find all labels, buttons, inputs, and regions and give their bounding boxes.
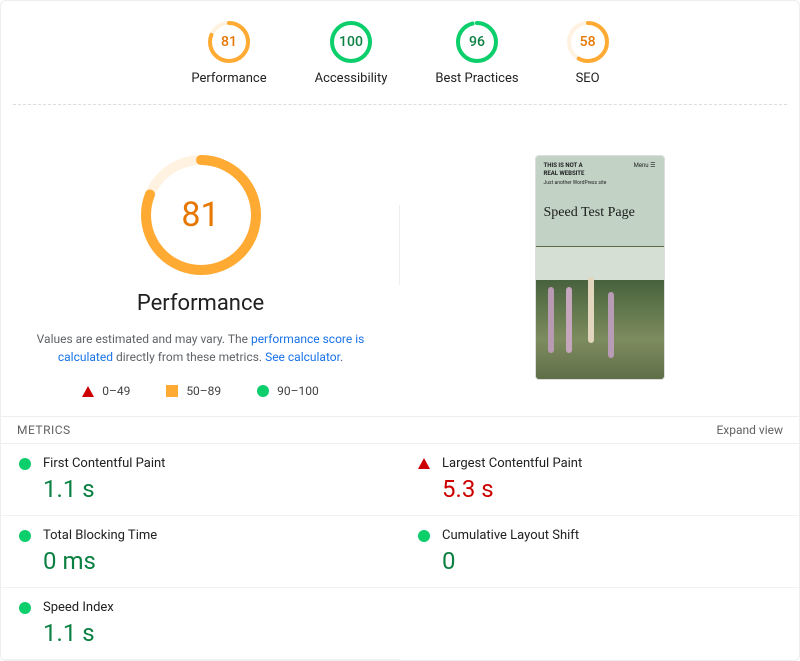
circle-green-icon (418, 530, 430, 542)
see-calculator-link[interactable]: See calculator (265, 350, 340, 364)
metric-value: 0 ms (43, 547, 382, 575)
page-screenshot-thumbnail[interactable]: THIS IS NOT A REAL WEBSITE Just another … (535, 155, 665, 380)
metric-value: 0 (442, 547, 781, 575)
metric-label: First Contentful Paint (43, 456, 165, 471)
category-performance[interactable]: 81 Performance (191, 21, 266, 86)
metric-row: Cumulative Layout Shift (418, 528, 781, 543)
category-label: Best Practices (435, 71, 518, 86)
performance-description: Values are estimated and may vary. The p… (21, 330, 381, 366)
metric-lcp[interactable]: Largest Contentful Paint 5.3 s (400, 444, 799, 516)
circle-green-icon (19, 602, 31, 614)
metric-si[interactable]: Speed Index 1.1 s (1, 588, 400, 660)
metric-label: Total Blocking Time (43, 528, 157, 543)
performance-gauge-large: 81 (141, 155, 261, 275)
circle-green-icon (19, 530, 31, 542)
screenshot-hero-image (536, 246, 664, 379)
expand-view-toggle[interactable]: Expand view (716, 423, 783, 437)
screenshot-column: THIS IS NOT A REAL WEBSITE Just another … (400, 155, 799, 398)
score-legend: 0–49 50–89 90–100 (82, 384, 319, 398)
gauge-best-practices: 96 (456, 21, 498, 63)
performance-title: Performance (137, 291, 264, 316)
screenshot-headline-line: THIS IS NOT A (544, 162, 607, 170)
legend-pass: 90–100 (257, 384, 319, 398)
metric-row: First Contentful Paint (19, 456, 382, 471)
circle-green-icon (19, 458, 31, 470)
gauge-accessibility: 100 (330, 21, 372, 63)
metric-row: Speed Index (19, 600, 382, 615)
metric-value: 1.1 s (43, 619, 382, 647)
screenshot-tagline: Just another WordPress site (544, 180, 607, 187)
legend-pass-range: 90–100 (277, 384, 319, 398)
perf-desc-text: directly from these metrics. (113, 350, 265, 364)
metric-label: Cumulative Layout Shift (442, 528, 579, 543)
gauge-seo: 58 (567, 21, 609, 63)
metric-label: Largest Contentful Paint (442, 456, 582, 471)
screenshot-header: THIS IS NOT A REAL WEBSITE Just another … (536, 156, 664, 190)
gauge-performance: 81 (208, 21, 250, 63)
category-accessibility[interactable]: 100 Accessibility (315, 21, 388, 86)
legend-fail-range: 0–49 (102, 384, 130, 398)
metric-cls[interactable]: Cumulative Layout Shift 0 (400, 516, 799, 588)
legend-fail: 0–49 (82, 384, 130, 398)
category-seo[interactable]: 58 SEO (567, 21, 609, 86)
screenshot-page-title: Speed Test Page (536, 190, 664, 246)
metrics-grid: First Contentful Paint 1.1 s Largest Conte… (1, 444, 799, 660)
perf-desc-text: Values are estimated and may vary. The (37, 332, 251, 346)
triangle-red-icon (418, 458, 430, 469)
metrics-title: METRICS (17, 423, 71, 437)
report-container: 81 Performance 100 Accessibility 96 Best Pr… (0, 0, 800, 661)
metric-value: 1.1 s (43, 475, 382, 503)
category-gauges-row: 81 Performance 100 Accessibility 96 Best Pr… (1, 11, 799, 104)
metric-tbt[interactable]: Total Blocking Time 0 ms (1, 516, 400, 588)
screenshot-headline: THIS IS NOT A REAL WEBSITE Just another … (544, 162, 607, 186)
metrics-header: METRICS Expand view (1, 416, 799, 444)
circle-green-icon (257, 385, 269, 397)
metric-value: 5.3 s (442, 475, 781, 503)
triangle-red-icon (82, 386, 94, 397)
category-label: Accessibility (315, 71, 388, 86)
metric-fcp[interactable]: First Contentful Paint 1.1 s (1, 444, 400, 516)
category-label: SEO (576, 71, 600, 86)
metric-row: Total Blocking Time (19, 528, 382, 543)
perf-desc-text: . (340, 350, 343, 364)
legend-average: 50–89 (166, 384, 221, 398)
performance-section: 81 Performance Values are estimated and … (1, 105, 799, 416)
metric-label: Speed Index (43, 600, 114, 615)
legend-average-range: 50–89 (186, 384, 221, 398)
performance-summary: 81 Performance Values are estimated and … (1, 155, 400, 398)
category-label: Performance (191, 71, 266, 86)
metric-row: Largest Contentful Paint (418, 456, 781, 471)
screenshot-menu: Menu ☰ (634, 162, 656, 186)
screenshot-headline-line: REAL WEBSITE (544, 170, 607, 178)
square-orange-icon (166, 385, 178, 397)
category-best-practices[interactable]: 96 Best Practices (435, 21, 518, 86)
